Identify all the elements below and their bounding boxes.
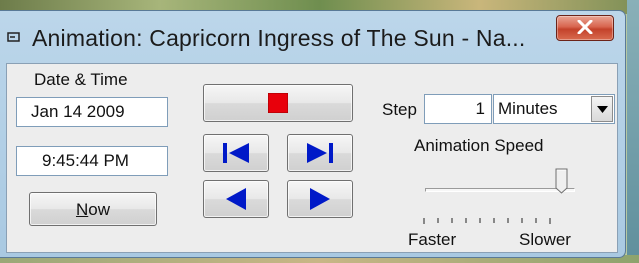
step-value-field[interactable]: 1 bbox=[424, 94, 492, 124]
chevron-down-icon bbox=[597, 106, 608, 113]
now-button-label: ow bbox=[88, 200, 110, 219]
window-title: Animation: Capricorn Ingress of The Sun … bbox=[32, 25, 526, 51]
stop-button[interactable] bbox=[203, 84, 353, 122]
now-button[interactable]: Now bbox=[29, 192, 157, 226]
skip-to-start-icon bbox=[223, 143, 249, 163]
close-button[interactable] bbox=[556, 15, 614, 41]
step-value: 1 bbox=[475, 99, 485, 118]
speed-slider-ticks bbox=[423, 218, 551, 224]
animation-speed-label: Animation Speed bbox=[414, 136, 544, 155]
speed-max-label: Slower bbox=[519, 230, 571, 249]
close-icon bbox=[577, 20, 593, 34]
skip-to-start-button[interactable] bbox=[203, 134, 269, 172]
step-label: Step bbox=[382, 100, 417, 119]
skip-to-end-icon bbox=[307, 143, 333, 163]
time-field[interactable]: 9:45:44 PM bbox=[16, 146, 168, 176]
desktop-background-right bbox=[627, 0, 639, 263]
date-value: Jan 14 2009 bbox=[31, 102, 125, 121]
date-time-label: Date & Time bbox=[34, 70, 128, 89]
step-back-button[interactable] bbox=[203, 180, 269, 218]
animation-window: Animation: Capricorn Ingress of The Sun … bbox=[0, 10, 626, 258]
speed-slider-thumb[interactable] bbox=[555, 168, 568, 194]
speed-min-label: Faster bbox=[408, 230, 457, 249]
step-forward-icon bbox=[310, 188, 330, 210]
skip-to-end-button[interactable] bbox=[287, 134, 353, 172]
step-unit-value: Minutes bbox=[498, 99, 558, 118]
title-bar[interactable]: Animation: Capricorn Ingress of The Sun … bbox=[0, 11, 625, 63]
animation-panel: Date & Time Jan 14 2009 9:45:44 PM Now S… bbox=[6, 63, 618, 253]
stop-icon bbox=[268, 93, 288, 113]
date-field[interactable]: Jan 14 2009 bbox=[16, 97, 168, 127]
step-forward-button[interactable] bbox=[287, 180, 353, 218]
app-icon bbox=[7, 32, 20, 42]
speed-slider-track[interactable] bbox=[425, 188, 575, 192]
step-back-icon bbox=[226, 188, 246, 210]
time-value: 9:45:44 PM bbox=[42, 151, 129, 170]
step-unit-select[interactable]: Minutes bbox=[493, 94, 615, 124]
now-button-accelerator: N bbox=[75, 200, 89, 219]
dropdown-button[interactable] bbox=[591, 96, 613, 122]
